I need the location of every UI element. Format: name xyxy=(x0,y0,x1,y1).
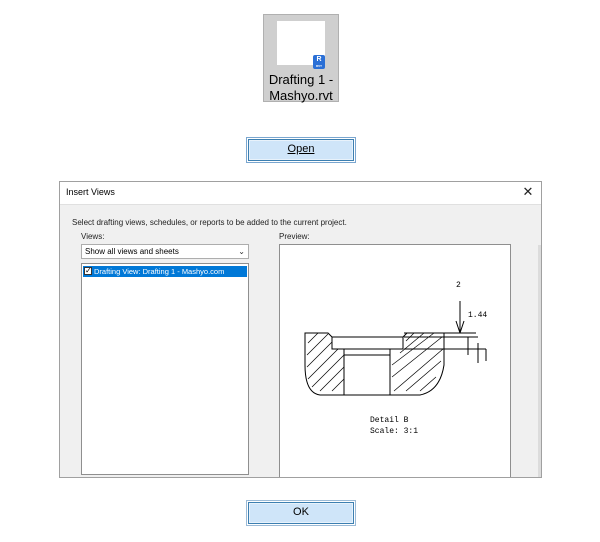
preview-label: Preview: xyxy=(279,232,310,241)
views-list[interactable]: ✓ Drafting View: Drafting 1 - Mashyo.com xyxy=(81,263,249,475)
views-filter-value: Show all views and sheets xyxy=(85,247,179,256)
preview-pane: 2 1.44 Detail B Scale: 3:1 xyxy=(279,244,511,477)
file-name: Drafting 1 - Mashyo.rvt xyxy=(264,72,338,104)
dimension-1-44: 1.44 xyxy=(468,311,487,320)
dimension-2: 2 xyxy=(456,281,461,290)
detail-title: Detail B xyxy=(370,416,409,425)
views-label: Views: xyxy=(81,232,105,241)
open-button[interactable]: Open xyxy=(246,137,356,163)
chevron-down-icon: ⌄ xyxy=(238,247,245,256)
dialog-titlebar: Insert Views ✕ xyxy=(60,182,541,205)
revit-file-icon: R RVT xyxy=(313,55,325,69)
insert-views-dialog: Insert Views ✕ Select drafting views, sc… xyxy=(59,181,542,478)
dialog-title: Insert Views xyxy=(66,187,115,197)
views-filter-dropdown[interactable]: Show all views and sheets ⌄ xyxy=(81,244,249,259)
close-icon[interactable]: ✕ xyxy=(521,184,535,200)
detail-drawing-preview: 2 1.44 Detail B Scale: 3:1 xyxy=(304,281,487,436)
file-name-line-2: Mashyo.rvt xyxy=(269,88,333,103)
ok-button[interactable]: OK xyxy=(246,500,356,526)
list-item-label: Drafting View: Drafting 1 - Mashyo.com xyxy=(94,267,225,276)
checkbox[interactable]: ✓ xyxy=(84,267,92,275)
file-tile[interactable]: R RVT Drafting 1 - Mashyo.rvt xyxy=(263,14,339,104)
instructions-text: Select drafting views, schedules, or rep… xyxy=(72,218,347,227)
list-item[interactable]: ✓ Drafting View: Drafting 1 - Mashyo.com xyxy=(83,266,247,277)
open-button-label: Open xyxy=(287,143,315,155)
detail-scale: Scale: 3:1 xyxy=(370,427,418,436)
dialog-right-edge xyxy=(538,245,541,477)
file-name-line-1: Drafting 1 - xyxy=(268,72,334,87)
